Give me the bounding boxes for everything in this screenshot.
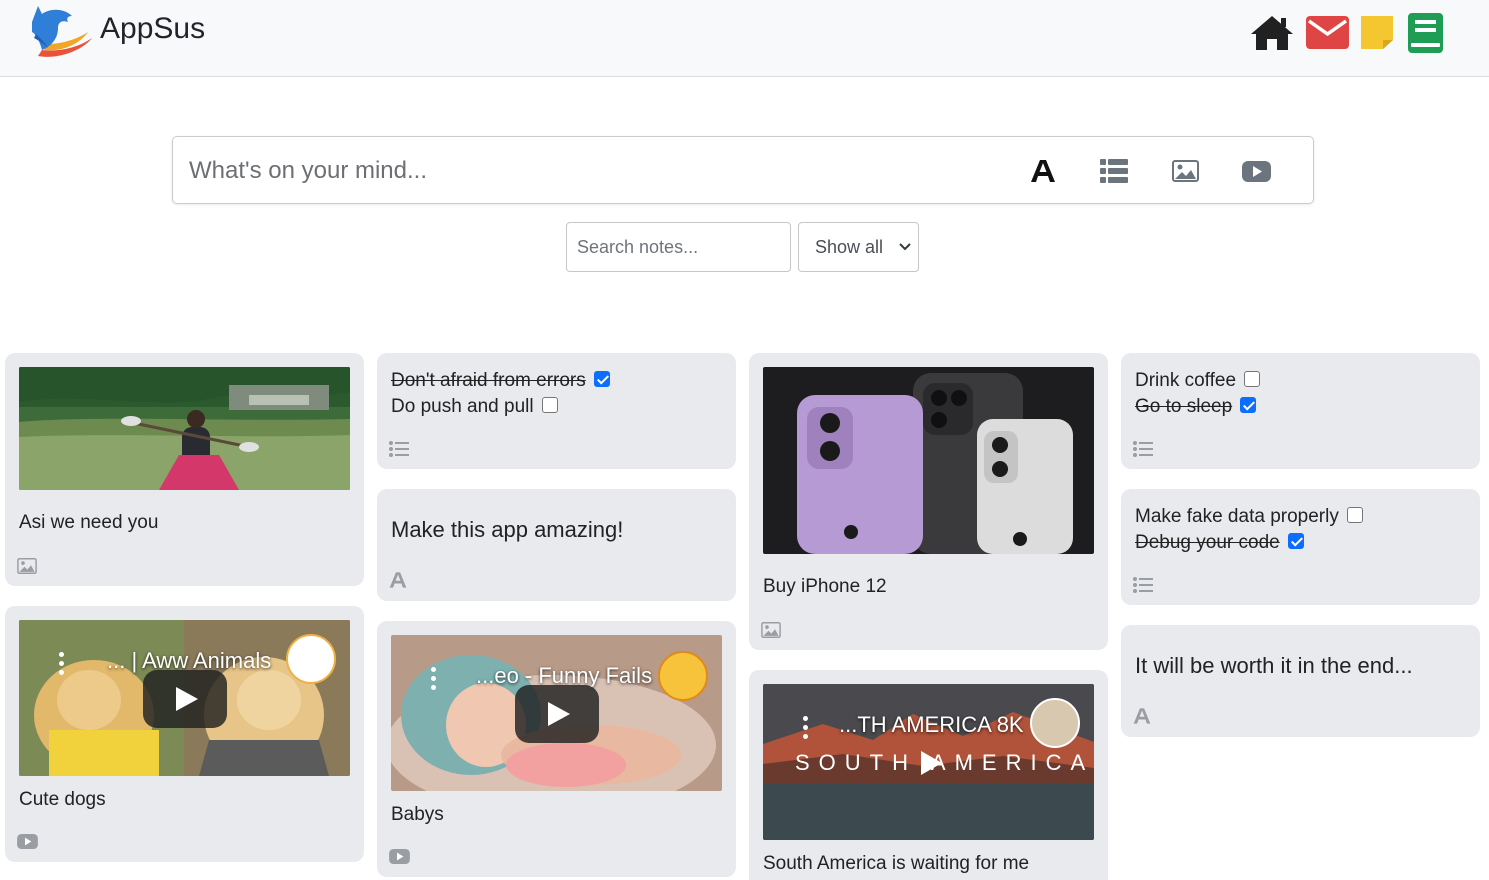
todo-note-card[interactable]: Drink coffee Go to sleep: [1121, 353, 1480, 469]
mail-icon[interactable]: [1306, 16, 1349, 49]
list-icon: [1133, 577, 1153, 593]
image-note-card[interactable]: Buy iPhone 12: [749, 353, 1108, 650]
todo-item[interactable]: Go to sleep: [1135, 396, 1257, 418]
note-text: Make this app amazing!: [391, 517, 624, 542]
note-label: South America is waiting for me: [763, 853, 1030, 874]
search-notes-input[interactable]: [566, 222, 791, 272]
note-composer: [172, 136, 1314, 204]
todo-text: Drink coffee: [1135, 370, 1237, 391]
todo-item[interactable]: Drink coffee: [1135, 370, 1261, 392]
image-note-button[interactable]: [1169, 155, 1201, 187]
home-icon[interactable]: [1249, 14, 1295, 52]
text-icon: [1031, 160, 1055, 182]
todo-checkbox[interactable]: [541, 397, 558, 413]
note-type-filter-select[interactable]: Show all: [798, 222, 919, 272]
image-note-card[interactable]: Asi we need you: [5, 353, 364, 586]
todo-checkbox[interactable]: [1287, 533, 1304, 549]
image-icon: [17, 558, 37, 574]
video-thumbnail[interactable]: ...TH AMERICA 8K SOUTH AMERICA: [763, 684, 1094, 840]
todo-checkbox[interactable]: [1240, 397, 1257, 413]
channel-avatar: [286, 634, 336, 684]
note-label: Cute dogs: [19, 789, 106, 810]
video-note-card[interactable]: ...eo - Funny Fails Babys: [377, 621, 736, 877]
note-label: Asi we need you: [19, 512, 159, 533]
chevron-down-icon: [899, 243, 911, 251]
todo-item[interactable]: Don't afraid from errors: [391, 370, 610, 392]
note-label: Babys: [391, 804, 444, 825]
list-icon: [1133, 441, 1153, 457]
note-label: Buy iPhone 12: [763, 576, 887, 597]
text-note-button[interactable]: [1027, 155, 1059, 187]
todo-item[interactable]: Do push and pull: [391, 396, 558, 418]
video-title: ...TH AMERICA 8K: [839, 712, 1024, 737]
todo-note-card[interactable]: Don't afraid from errors Do push and pul…: [377, 353, 736, 469]
todo-text: Go to sleep: [1135, 396, 1233, 417]
todo-note-card[interactable]: Make fake data properly Debug your code: [1121, 489, 1480, 605]
note-image: [19, 367, 350, 490]
todo-text: Debug your code: [1135, 532, 1280, 553]
app-title[interactable]: AppSus: [100, 12, 205, 46]
video-play-icon[interactable]: [919, 750, 943, 776]
list-note-button[interactable]: [1098, 155, 1130, 187]
video-icon: [17, 834, 38, 849]
video-note-card[interactable]: ...TH AMERICA 8K SOUTH AMERICA South Ame…: [749, 670, 1108, 880]
app-header: AppSus: [0, 0, 1489, 77]
todo-item[interactable]: Make fake data properly: [1135, 506, 1363, 528]
video-menu-dots-icon: [431, 667, 437, 694]
text-icon: [389, 572, 407, 588]
sticky-note-icon[interactable]: [1359, 14, 1395, 51]
todo-text: Don't afraid from errors: [391, 370, 586, 391]
text-note-card[interactable]: Make this app amazing!: [377, 489, 736, 601]
image-icon: [1171, 160, 1199, 182]
note-text: It will be worth it in the end...: [1135, 653, 1413, 678]
video-play-icon[interactable]: [143, 670, 227, 728]
video-menu-dots-icon: [803, 716, 809, 743]
video-thumbnail[interactable]: ...eo - Funny Fails: [391, 635, 722, 791]
video-overlay-text: SOUTH AMERICA: [795, 750, 1094, 775]
video-icon: [389, 849, 410, 864]
todo-item[interactable]: Debug your code: [1135, 532, 1304, 554]
filter-select-value: Show all: [815, 237, 884, 257]
note-image: [763, 367, 1094, 554]
todo-text: Do push and pull: [391, 396, 534, 417]
text-note-card[interactable]: It will be worth it in the end...: [1121, 625, 1480, 737]
video-note-card[interactable]: ... | Aww Animals Cute dogs: [5, 606, 364, 862]
text-icon: [1133, 708, 1151, 724]
video-note-button[interactable]: [1240, 155, 1272, 187]
image-icon: [761, 622, 781, 638]
book-icon[interactable]: [1407, 12, 1444, 54]
video-icon: [1241, 160, 1271, 182]
appsus-logo-icon[interactable]: [28, 4, 96, 62]
note-input[interactable]: [189, 155, 989, 187]
list-icon: [1100, 159, 1128, 183]
todo-checkbox[interactable]: [1244, 371, 1261, 387]
todo-checkbox[interactable]: [593, 371, 610, 387]
todo-text: Make fake data properly: [1135, 506, 1339, 527]
channel-avatar: [1030, 698, 1080, 748]
video-play-icon[interactable]: [515, 685, 599, 743]
video-menu-dots-icon: [59, 652, 65, 679]
list-icon: [389, 441, 409, 457]
video-thumbnail[interactable]: ... | Aww Animals: [19, 620, 350, 776]
todo-checkbox[interactable]: [1346, 507, 1363, 523]
channel-avatar: [658, 651, 708, 701]
